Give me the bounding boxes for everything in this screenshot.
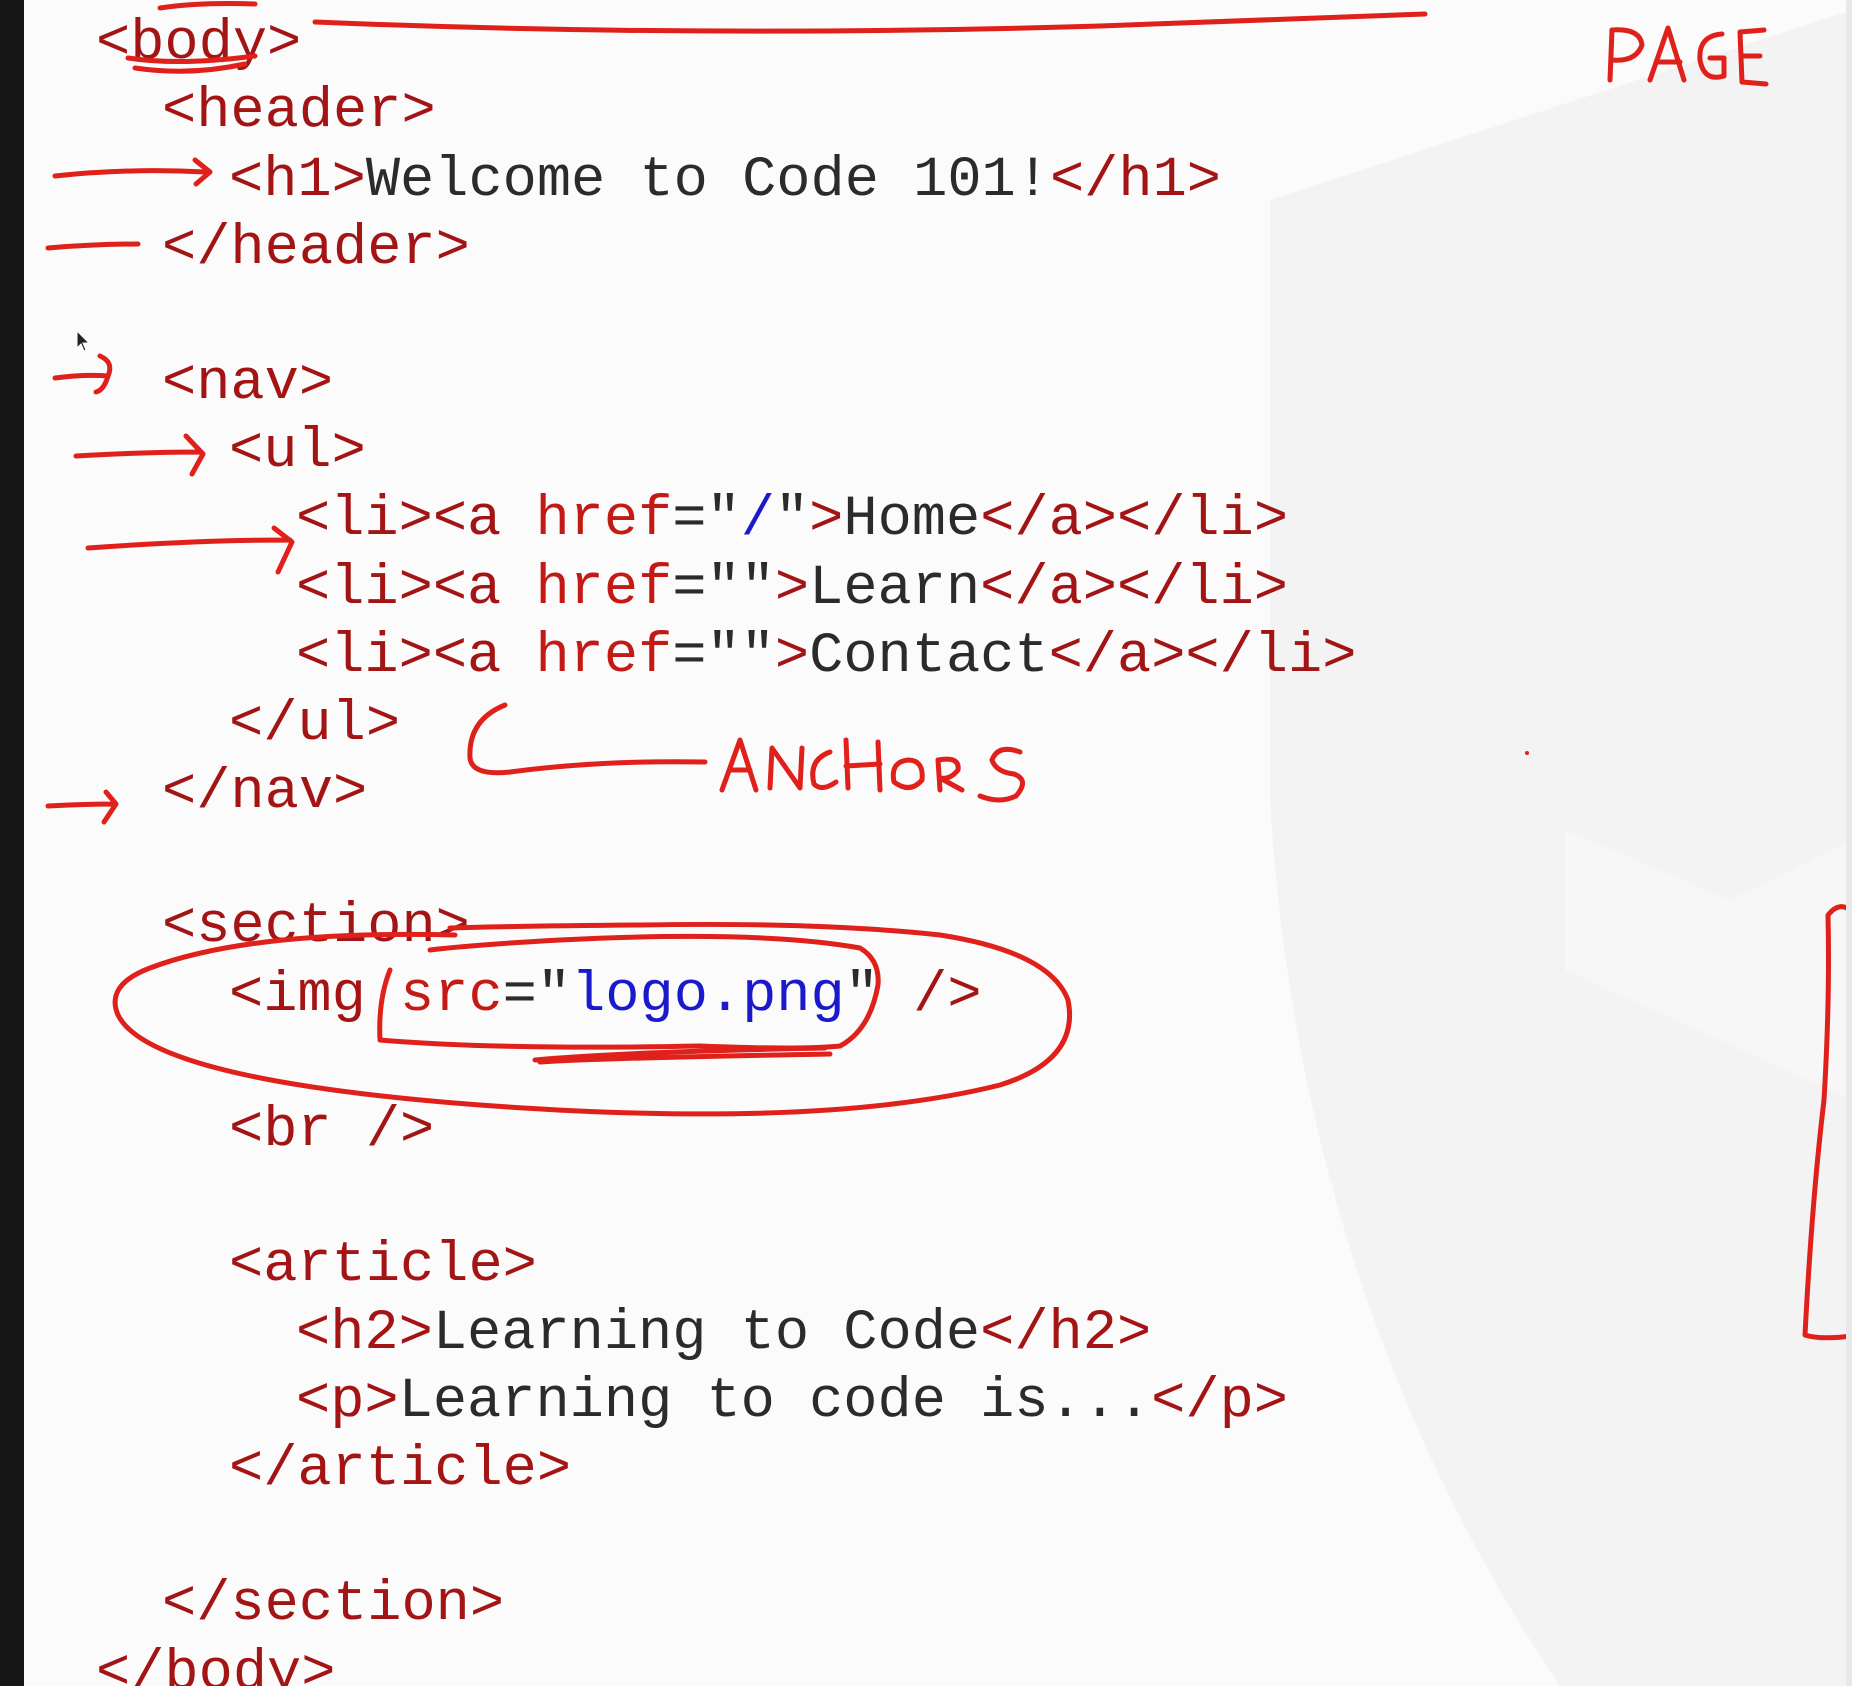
stray-dot bbox=[1525, 751, 1529, 755]
top-underline-stroke bbox=[157, 1, 258, 11]
anchors-label bbox=[719, 737, 1025, 803]
arrow-li bbox=[85, 525, 295, 575]
anchors-bracket bbox=[467, 702, 708, 776]
handwritten-annotations bbox=[45, 1, 1852, 1341]
mouse-pointer-icon bbox=[76, 330, 91, 352]
src-box bbox=[377, 933, 881, 1051]
right-bracket bbox=[1802, 904, 1852, 1341]
arrow-h1 bbox=[52, 157, 213, 187]
section-ellipse bbox=[112, 921, 1072, 1117]
arrow-nav-close bbox=[45, 789, 119, 825]
whiteboard-canvas: <body> <header> <h1>Welcome to Code 101!… bbox=[0, 0, 1852, 1686]
arrow-ul bbox=[73, 433, 206, 477]
body-underline bbox=[125, 53, 258, 74]
page-label bbox=[1607, 25, 1769, 87]
page-top-line bbox=[312, 11, 1428, 34]
src-underline bbox=[532, 1045, 833, 1065]
right-window-edge bbox=[1846, 0, 1852, 1686]
arrow-nav bbox=[52, 353, 113, 395]
dash-header-close bbox=[45, 241, 141, 251]
